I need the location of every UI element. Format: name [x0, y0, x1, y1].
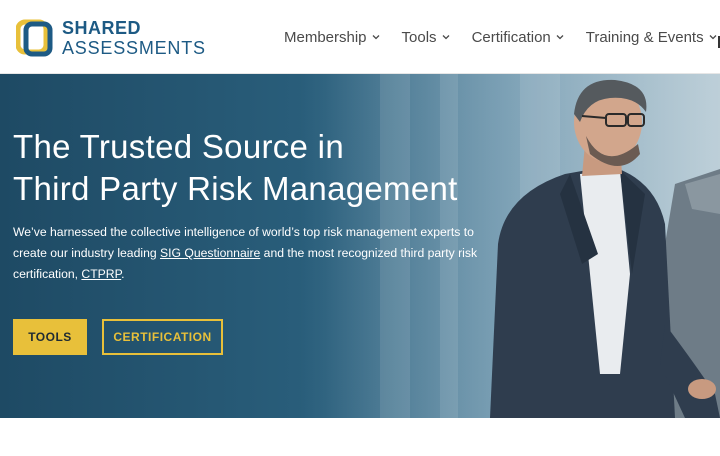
certification-button[interactable]: CERTIFICATION — [102, 319, 223, 355]
hero-banner: The Trusted Source in Third Party Risk M… — [0, 74, 720, 418]
chevron-down-icon — [442, 35, 450, 40]
logo-line2: ASSESSMENTS — [62, 38, 206, 58]
chevron-down-icon — [372, 35, 379, 40]
nav-label: Membership — [284, 28, 367, 46]
sig-questionnaire-link[interactable]: SIG Questionnaire — [160, 246, 260, 260]
logo-text: SHARED ASSESSMENTS — [62, 18, 206, 58]
hero-title-line1: The Trusted Source in — [13, 128, 344, 165]
hero-desc-text: . — [121, 267, 125, 281]
nav-tools[interactable]: Tools — [402, 29, 450, 46]
nav-label: Tools — [401, 28, 437, 46]
nav-training-events[interactable]: Training & Events — [586, 29, 717, 46]
hero-title-line2: Third Party Risk Management — [13, 170, 458, 207]
chevron-down-icon — [556, 35, 564, 40]
logo[interactable]: SHARED ASSESSMENTS — [15, 16, 216, 60]
nav-membership[interactable]: Membership — [284, 29, 380, 46]
ctprp-link[interactable]: CTPRP — [81, 267, 121, 281]
nav-label: Training & Events — [585, 28, 704, 46]
logo-line1: SHARED — [62, 18, 142, 38]
nav-certification[interactable]: Certification — [472, 29, 564, 46]
site-header: SHARED ASSESSMENTS Membership Tools Cert… — [0, 0, 720, 74]
section-heading-cutoff — [13, 446, 413, 456]
chevron-down-icon — [709, 35, 717, 40]
main-nav: Membership Tools Certification Training … — [284, 0, 720, 74]
hero-description: We’ve harnessed the collective intellige… — [13, 222, 493, 285]
logo-mark-icon — [15, 18, 54, 58]
nav-label: Certification — [471, 28, 551, 46]
hero-title: The Trusted Source in Third Party Risk M… — [13, 126, 533, 210]
below-hero-section — [13, 446, 413, 456]
tools-button[interactable]: TOOLS — [13, 319, 87, 355]
